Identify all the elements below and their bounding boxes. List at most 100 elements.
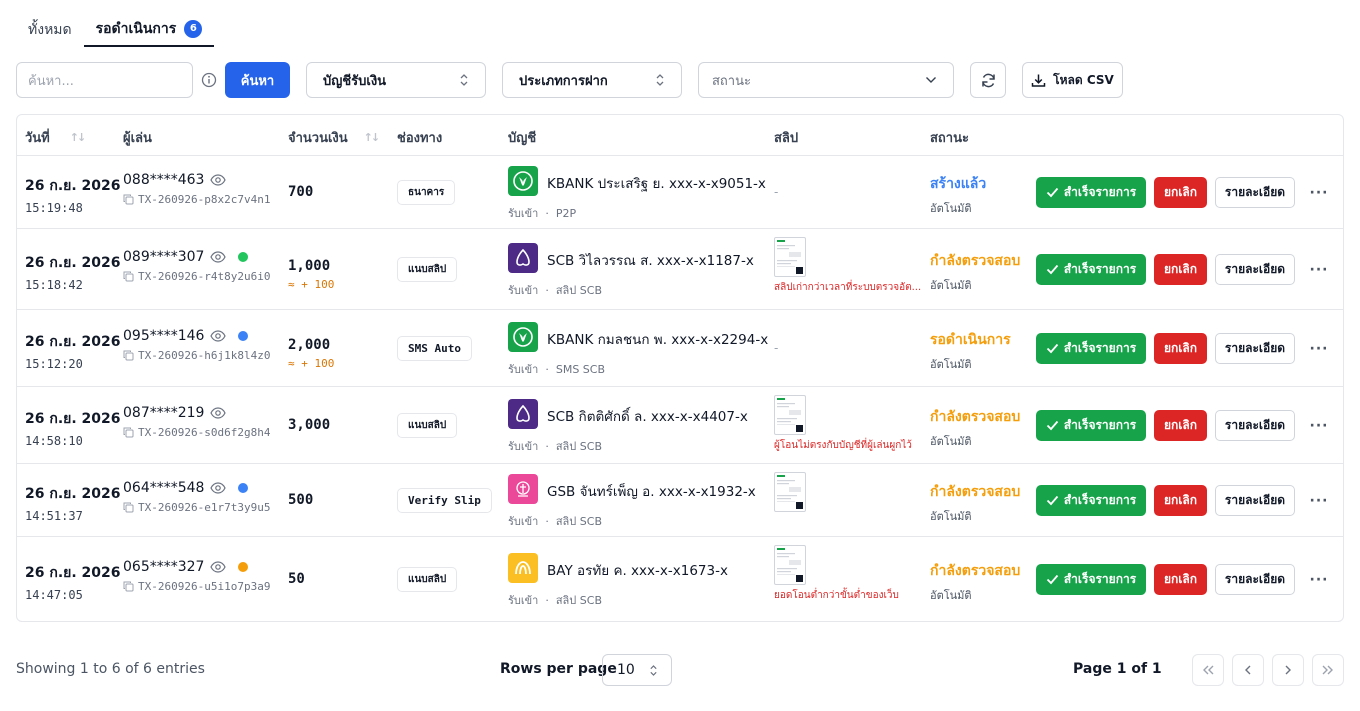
amount: 500 [288,491,314,508]
previous-page-icon [1245,665,1251,675]
player-phone[interactable]: 095****146 [123,328,204,344]
channel-badge: แนบสลิป [397,412,458,438]
amount-cell: 500 [288,492,313,508]
tab-all[interactable]: ทั้งหมด [16,12,84,47]
eye-icon[interactable] [210,250,227,263]
eye-icon[interactable] [210,560,227,573]
copy-icon[interactable] [123,581,134,592]
check-icon [1046,495,1059,505]
approve-label: สำเร็จรายการ [1063,492,1137,507]
approve-label: สำเร็จรายการ [1063,417,1137,432]
date-cell: 26 ก.ย. 2026 15:19:48 [25,175,121,215]
detail-button[interactable]: รายละเอียด [1215,409,1295,441]
table-row[interactable]: 26 ก.ย. 2026 14:47:05 065****327 TX-260926-… [17,537,1343,621]
detail-button[interactable]: รายละเอียด [1215,563,1295,595]
table-row[interactable]: 26 ก.ย. 2026 15:12:20 095****146 TX-260926-… [17,310,1343,387]
cancel-button[interactable]: ยกเลิก [1154,332,1207,364]
copy-icon[interactable] [123,502,134,513]
approve-button[interactable]: สำเร็จรายการ [1036,332,1146,364]
cancel-button[interactable]: ยกเลิก [1154,563,1207,595]
column-header-date[interactable]: วันที่ ↑↓ [25,127,86,148]
amount-cell: 700 [288,184,313,200]
entries-summary: Showing 1 to 6 of 6 entries [16,661,205,677]
status-mode: อัตโนมัติ [930,201,972,215]
player-phone[interactable]: 089****307 [123,249,204,265]
table-row[interactable]: 26 ก.ย. 2026 14:58:10 087****219 TX-260926-… [17,387,1343,464]
approve-button[interactable]: สำเร็จรายการ [1036,409,1146,441]
refresh-button[interactable] [970,62,1006,98]
rows-per-page-value: 10 [617,662,635,678]
account-cell: KBANK ประเสริฐ ย. xxx-x-x9051-x รับเข้า ·… [508,165,768,222]
deposit-type-select[interactable]: ประเภทการฝาก [502,62,682,98]
detail-button[interactable]: รายละเอียด [1215,253,1295,285]
more-options-icon[interactable]: ··· [1309,491,1329,511]
cancel-button[interactable]: ยกเลิก [1154,253,1207,285]
copy-icon[interactable] [123,427,134,438]
cancel-button[interactable]: ยกเลิก [1154,176,1207,208]
table-row[interactable]: 26 ก.ย. 2026 15:19:48 088****463 TX-260926-… [17,156,1343,229]
table-row[interactable]: 26 ก.ย. 2026 15:18:42 089****307 TX-260926-… [17,229,1343,310]
more-options-icon[interactable]: ··· [1309,183,1329,203]
column-header-amount[interactable]: จำนวนเงิน ↑↓ [288,127,380,148]
more-options-icon[interactable]: ··· [1309,570,1329,590]
chevron-updown-icon [460,74,468,86]
date-cell: 26 ก.ย. 2026 14:58:10 [25,408,121,448]
more-options-icon[interactable]: ··· [1309,339,1329,359]
status-cell: กำลังตรวจสอบ อัตโนมัติ [930,560,1020,604]
rows-per-page-select[interactable]: 10 [602,654,672,686]
check-icon [1046,343,1059,353]
player-cell: 064****548 TX-260926-e1r7t3y9u5 [123,480,270,514]
more-options-icon[interactable]: ··· [1309,260,1329,280]
download-csv-button[interactable]: โหลด CSV [1022,62,1123,98]
previous-page-button[interactable] [1232,654,1264,686]
approve-button[interactable]: สำเร็จรายการ [1036,176,1146,208]
search-button[interactable]: ค้นหา [225,62,290,98]
slip-thumbnail[interactable] [774,395,806,435]
player-phone[interactable]: 087****219 [123,405,204,421]
cancel-button[interactable]: ยกเลิก [1154,484,1207,516]
time: 15:19:48 [25,200,83,215]
eye-icon[interactable] [210,406,227,419]
player-phone[interactable]: 088****463 [123,172,204,188]
status-cell: สร้างแล้ว อัตโนมัติ [930,173,986,217]
copy-icon[interactable] [123,194,134,205]
copy-icon[interactable] [123,271,134,282]
player-phone[interactable]: 064****548 [123,480,204,496]
channel-badge: แนบสลิป [397,566,458,592]
eye-icon[interactable] [210,173,227,186]
last-page-button[interactable] [1312,654,1344,686]
account-name: KBANK ประเสริฐ ย. xxx-x-x9051-x [547,175,766,192]
slip-thumbnail[interactable] [774,545,806,585]
first-page-button[interactable] [1192,654,1224,686]
tab-pending[interactable]: รอดำเนินการ 6 [83,12,215,47]
player-cell: 088****463 TX-260926-p8x2c7v4n1 [123,172,270,206]
source-label: สลิป SCB [555,439,602,453]
eye-icon[interactable] [210,329,227,342]
slip-thumbnail[interactable] [774,472,806,512]
status-dot [238,561,249,572]
next-page-button[interactable] [1272,654,1304,686]
info-icon[interactable] [201,72,217,88]
approve-button[interactable]: สำเร็จรายการ [1036,484,1146,516]
cancel-button[interactable]: ยกเลิก [1154,409,1207,441]
copy-icon[interactable] [123,350,134,361]
slip-thumbnail[interactable] [774,237,806,277]
source-label: สลิป SCB [555,283,602,297]
approve-button[interactable]: สำเร็จรายการ [1036,563,1146,595]
detail-button[interactable]: รายละเอียด [1215,176,1295,208]
search-input[interactable]: ค้นหา... [16,62,193,98]
column-header-player: ผู้เล่น [123,127,152,148]
status-mode: อัตโนมัติ [930,509,972,523]
account-sub: รับเข้า · สลิป SCB [508,283,602,297]
table-row[interactable]: 26 ก.ย. 2026 14:51:37 064****548 TX-260926-… [17,464,1343,537]
status-label: รอดำเนินการ [930,331,1011,348]
slip-warning: ยอดโอนต่ำกว่าขั้นต่ำของเว็บ [774,590,899,601]
more-options-icon[interactable]: ··· [1309,416,1329,436]
approve-button[interactable]: สำเร็จรายการ [1036,253,1146,285]
account-select[interactable]: บัญชีรับเงิน [306,62,486,98]
detail-button[interactable]: รายละเอียด [1215,332,1295,364]
status-select[interactable]: สถานะ [698,62,954,98]
player-phone[interactable]: 065****327 [123,559,204,575]
detail-button[interactable]: รายละเอียด [1215,484,1295,516]
eye-icon[interactable] [210,481,227,494]
